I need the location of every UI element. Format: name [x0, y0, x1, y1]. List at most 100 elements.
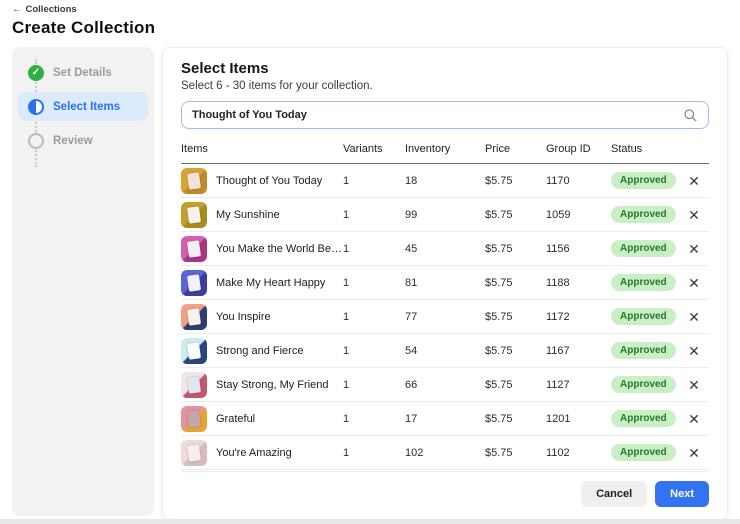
breadcrumb-label: Collections: [26, 4, 77, 15]
item-thumbnail: [181, 202, 207, 228]
table-row: Thought of You Today 1 18 $5.75 1170 App…: [181, 164, 709, 198]
item-group-id: 1156: [546, 243, 611, 255]
item-group-id: 1170: [546, 175, 611, 187]
status-badge: Approved: [611, 240, 676, 257]
item-name: You Inspire: [216, 311, 271, 323]
col-price: Price: [485, 143, 546, 155]
item-price: $5.75: [485, 175, 546, 187]
search-box: [181, 101, 709, 129]
col-status: Status: [611, 143, 679, 155]
remove-item-icon[interactable]: ✕: [688, 276, 700, 290]
table-row: Strong and Fierce 1 54 $5.75 1167 Approv…: [181, 334, 709, 368]
remove-item-icon[interactable]: ✕: [688, 412, 700, 426]
item-name: Strong and Fierce: [216, 345, 303, 357]
item-group-id: 1127: [546, 379, 611, 391]
status-badge: Approved: [611, 444, 676, 461]
status-badge: Approved: [611, 410, 676, 427]
item-cell: Grateful: [181, 406, 343, 432]
item-thumbnail: [181, 270, 207, 296]
panel-footer: Cancel Next: [181, 471, 709, 509]
card-artwork: [187, 376, 201, 394]
stepper-step[interactable]: Select Items: [18, 92, 148, 121]
item-cell: Stay Strong, My Friend: [181, 372, 343, 398]
col-variants: Variants: [343, 143, 405, 155]
remove-item-icon[interactable]: ✕: [688, 174, 700, 188]
item-variants: 1: [343, 175, 405, 187]
item-price: $5.75: [485, 311, 546, 323]
item-inventory: 102: [405, 447, 485, 459]
item-status-cell: Approved: [611, 342, 679, 359]
item-thumbnail: [181, 440, 207, 466]
item-variants: 1: [343, 243, 405, 255]
remove-item-icon[interactable]: ✕: [688, 208, 700, 222]
col-inventory: Inventory: [405, 143, 485, 155]
cancel-button[interactable]: Cancel: [581, 481, 647, 507]
item-group-id: 1102: [546, 447, 611, 459]
item-cell: Thought of You Today: [181, 168, 343, 194]
item-status-cell: Approved: [611, 206, 679, 223]
item-group-id: 1188: [546, 277, 611, 289]
breadcrumb[interactable]: ← Collections: [12, 4, 77, 15]
item-thumbnail: [181, 338, 207, 364]
item-name: Stay Strong, My Friend: [216, 379, 329, 391]
status-badge: Approved: [611, 206, 676, 223]
item-group-id: 1167: [546, 345, 611, 357]
item-thumbnail: [181, 168, 207, 194]
item-variants: 1: [343, 311, 405, 323]
page-title: Create Collection: [12, 18, 728, 38]
item-status-cell: Approved: [611, 308, 679, 325]
item-inventory: 66: [405, 379, 485, 391]
card-artwork: [187, 206, 201, 224]
step-label: Review: [53, 135, 93, 147]
table-row: My Sunshine 1 99 $5.75 1059 Approved ✕: [181, 198, 709, 232]
status-badge: Approved: [611, 274, 676, 291]
remove-item-icon[interactable]: ✕: [688, 310, 700, 324]
item-variants: 1: [343, 345, 405, 357]
item-cell: Make My Heart Happy: [181, 270, 343, 296]
item-price: $5.75: [485, 277, 546, 289]
table-row: You Make the World Bea... 1 45 $5.75 115…: [181, 232, 709, 266]
page-bottom-edge: [0, 519, 740, 524]
item-price: $5.75: [485, 345, 546, 357]
item-status-cell: Approved: [611, 240, 679, 257]
item-status-cell: Approved: [611, 172, 679, 189]
content-area: ✓ Set Details Select Items Review Select…: [12, 47, 728, 520]
card-artwork: [187, 342, 201, 360]
search-input[interactable]: [192, 109, 683, 121]
panel-subheading: Select 6 - 30 items for your collection.: [181, 80, 709, 92]
table-row: Make My Heart Happy 1 81 $5.75 1188 Appr…: [181, 266, 709, 300]
item-inventory: 54: [405, 345, 485, 357]
status-badge: Approved: [611, 308, 676, 325]
col-group-id: Group ID: [546, 143, 611, 155]
item-price: $5.75: [485, 209, 546, 221]
step-state-icon: ✓: [28, 65, 44, 81]
step-state-icon: [28, 133, 44, 149]
item-cell: You Make the World Bea...: [181, 236, 343, 262]
item-inventory: 45: [405, 243, 485, 255]
item-group-id: 1172: [546, 311, 611, 323]
item-status-cell: Approved: [611, 376, 679, 393]
remove-item-icon[interactable]: ✕: [688, 242, 700, 256]
item-status-cell: Approved: [611, 444, 679, 461]
next-button[interactable]: Next: [655, 481, 709, 507]
remove-item-icon[interactable]: ✕: [688, 344, 700, 358]
item-variants: 1: [343, 447, 405, 459]
stepper-step[interactable]: Review: [18, 126, 148, 155]
remove-item-icon[interactable]: ✕: [688, 378, 700, 392]
stepper-sidebar: ✓ Set Details Select Items Review: [12, 47, 154, 516]
table-row: Grateful 1 17 $5.75 1201 Approved ✕: [181, 402, 709, 436]
search-icon[interactable]: [683, 108, 698, 123]
item-name: You're Amazing: [216, 447, 292, 459]
item-inventory: 17: [405, 413, 485, 425]
stepper-step[interactable]: ✓ Set Details: [18, 58, 148, 87]
item-price: $5.75: [485, 379, 546, 391]
status-badge: Approved: [611, 376, 676, 393]
item-status-cell: Approved: [611, 274, 679, 291]
item-variants: 1: [343, 413, 405, 425]
step-label: Select Items: [53, 101, 120, 113]
remove-item-icon[interactable]: ✕: [688, 446, 700, 460]
item-inventory: 99: [405, 209, 485, 221]
item-cell: Strong and Fierce: [181, 338, 343, 364]
item-cell: My Sunshine: [181, 202, 343, 228]
step-state-icon: [28, 99, 44, 115]
